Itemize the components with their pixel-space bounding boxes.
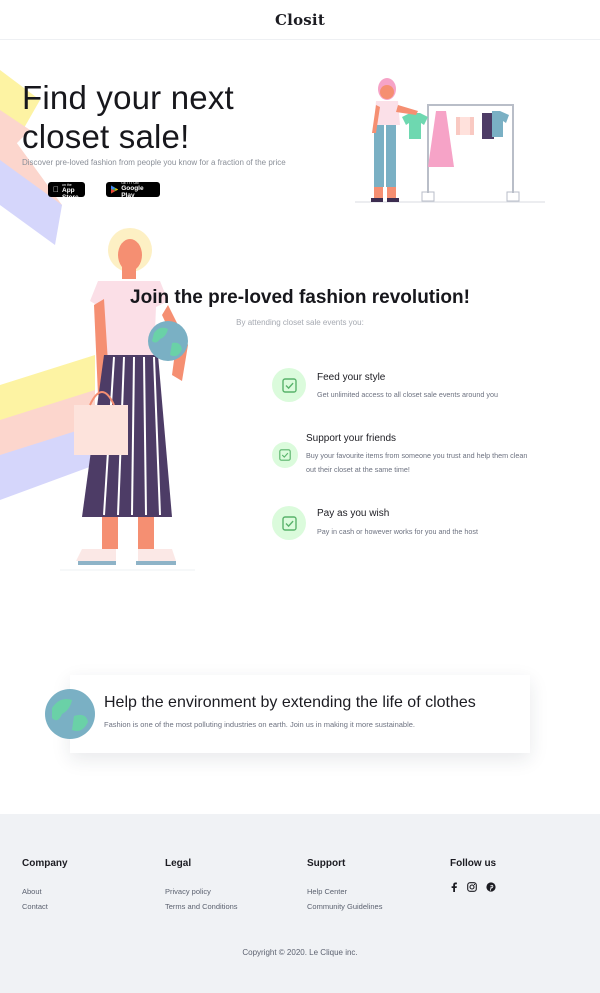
app-store-label: App Store [56, 186, 79, 201]
apple-icon:  [53, 185, 59, 194]
hero-title-line1: Find your next [22, 79, 234, 116]
pinterest-icon[interactable] [486, 882, 496, 892]
woman-with-globe-illustration [60, 228, 195, 571]
footer-link-terms[interactable]: Terms and Conditions [165, 899, 238, 914]
footer-support-column: Support Help Center Community Guidelines [307, 858, 382, 914]
hero-title: Find your next closet sale! [22, 78, 234, 156]
footer-link-privacy-policy[interactable]: Privacy policy [165, 884, 238, 899]
app-store-small: Download on the [56, 178, 78, 187]
environment-card [70, 675, 530, 753]
feature-text-line1: Buy your favourite items from someone yo… [306, 451, 528, 460]
join-section-title: Join the pre-loved fashion revolution! [130, 287, 470, 308]
google-play-icon [111, 185, 119, 194]
footer-link-help-center[interactable]: Help Center [307, 884, 382, 899]
clothing-rack-illustration [355, 78, 545, 203]
feature-text: Pay in cash or however works for you and… [317, 527, 479, 536]
social-links [450, 882, 496, 892]
app-store-button[interactable]:  Download on the App Store [48, 178, 85, 201]
footer-company-column: Company About Contact [22, 858, 68, 914]
google-play-label: Google Play [121, 184, 144, 199]
check-icon [272, 506, 306, 540]
feature-text-line2: out their closet at the same time! [306, 465, 410, 474]
feature-pay-as-you-wish: Pay as you wish Pay in cash or however w… [272, 506, 562, 546]
footer-heading: Support [307, 858, 346, 869]
footer-follow-column: Follow us [450, 858, 496, 892]
google-play-button[interactable]: GET IT ON Google Play [106, 181, 160, 199]
feature-title: Feed your style [317, 372, 386, 383]
footer-heading: Company [22, 858, 68, 869]
check-icon [272, 442, 298, 468]
feature-text: Get unlimited access to all closet sale … [317, 390, 498, 399]
feature-feed-your-style: Feed your style Get unlimited access to … [272, 368, 562, 408]
footer-link-community-guidelines[interactable]: Community Guidelines [307, 899, 382, 914]
copyright-text: Copyright © 2020. Le Clique inc. [242, 948, 358, 957]
footer-legal-column: Legal Privacy policy Terms and Condition… [165, 858, 238, 914]
feature-title: Pay as you wish [317, 508, 390, 519]
footer-link-about[interactable]: About [22, 884, 68, 899]
brand-logo[interactable]: Closit [0, 0, 600, 40]
globe-icon [45, 689, 95, 739]
footer-heading: Legal [165, 858, 192, 869]
hero-title-line2: closet sale! [22, 118, 190, 155]
join-section-subtitle: By attending closet sale events you: [236, 318, 364, 327]
site-header: Closit [0, 0, 600, 40]
feature-support-your-friends: Support your friends Buy your favourite … [272, 430, 562, 480]
check-icon [272, 368, 306, 402]
site-footer: Company About Contact Legal Privacy poli… [0, 814, 600, 993]
footer-link-contact[interactable]: Contact [22, 899, 68, 914]
environment-text: Fashion is one of the most polluting ind… [104, 720, 416, 729]
instagram-icon[interactable] [467, 882, 477, 892]
footer-heading: Follow us [450, 858, 497, 869]
hero-subtitle: Discover pre-loved fashion from people y… [22, 158, 286, 167]
facebook-icon[interactable] [450, 882, 458, 892]
environment-title: Help the environment by extending the li… [104, 694, 476, 711]
feature-title: Support your friends [306, 433, 397, 444]
